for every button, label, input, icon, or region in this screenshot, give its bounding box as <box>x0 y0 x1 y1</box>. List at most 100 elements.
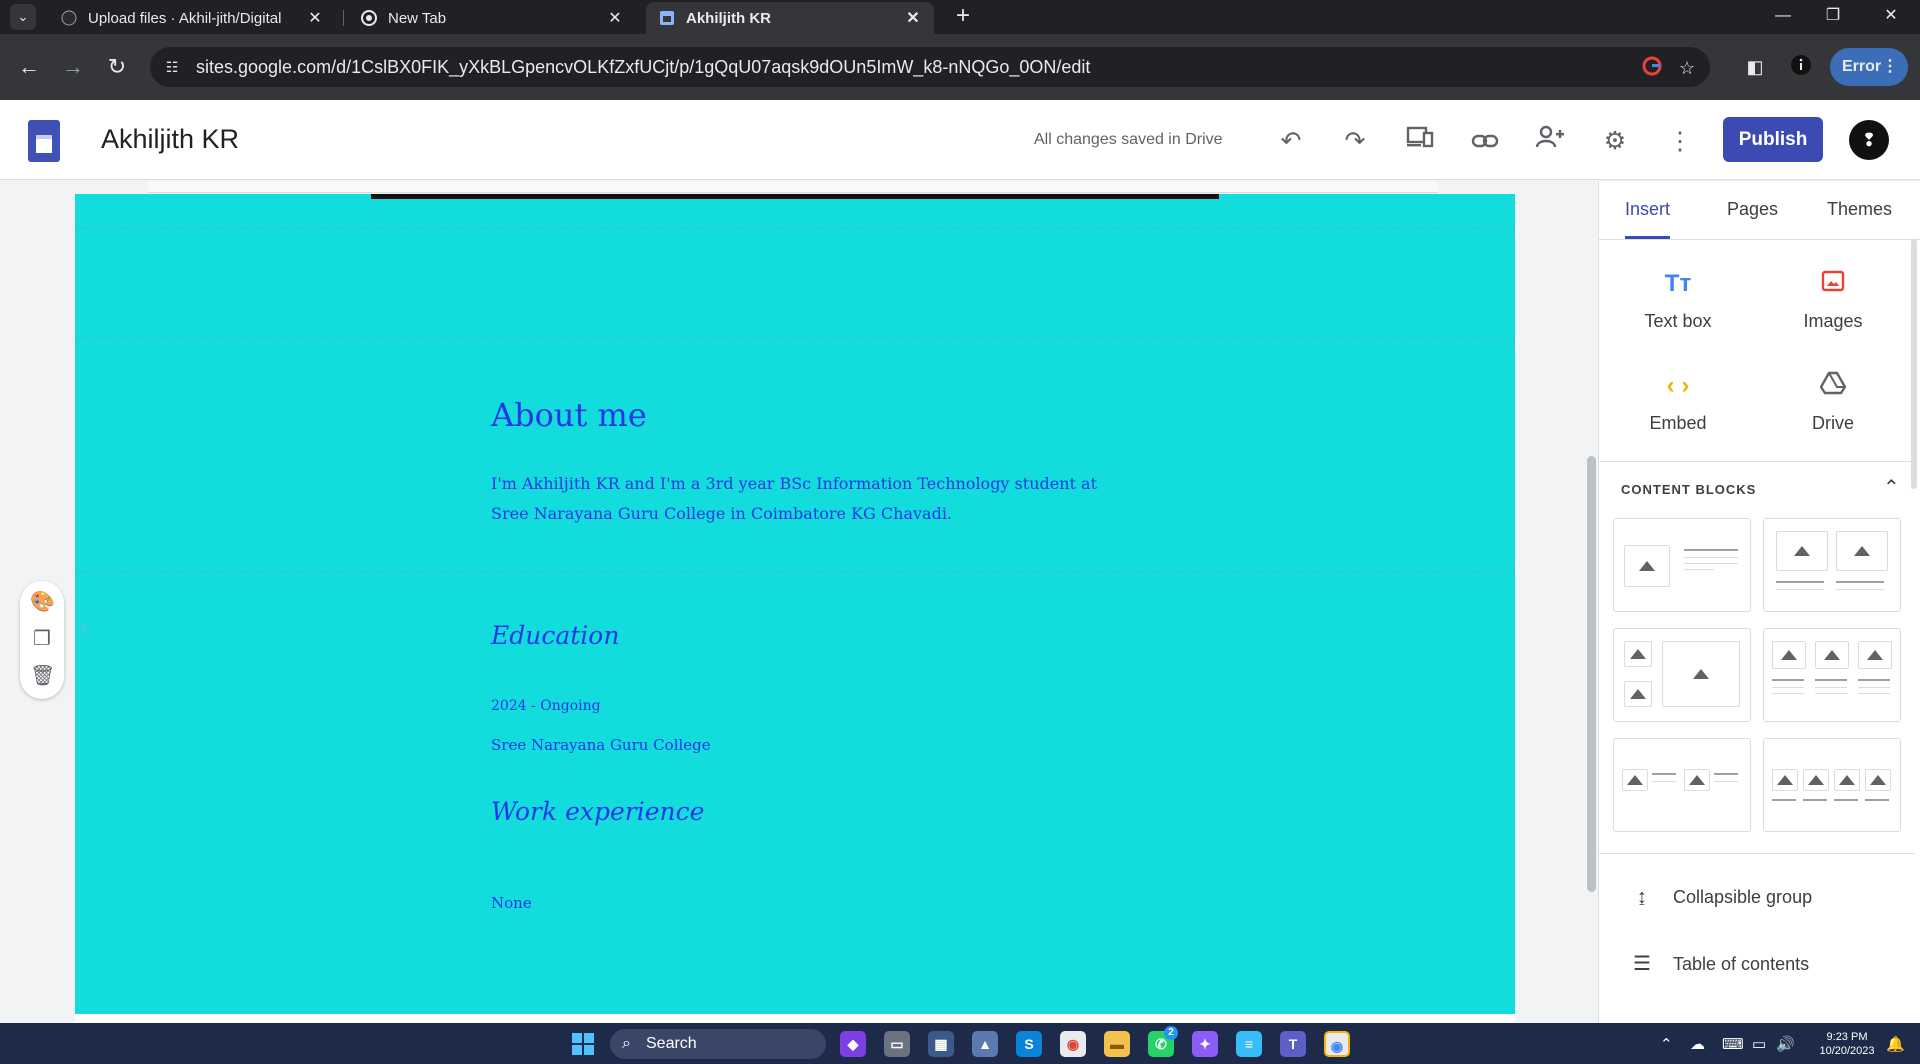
new-tab-button[interactable]: + <box>950 4 976 30</box>
about-heading[interactable]: About me <box>491 396 647 434</box>
minimize-icon[interactable]: — <box>1760 0 1806 34</box>
tab-title: New Tab <box>388 9 447 27</box>
collapsible-icon: ↨ <box>1637 886 1647 908</box>
site-page: About me I'm Akhiljith KR and I'm a 3rd … <box>75 194 1515 1014</box>
tab-akhiljith-kr[interactable]: Akhiljith KR ✕ <box>646 2 934 34</box>
image-icon <box>1773 269 1893 299</box>
redo-icon[interactable]: ↷ <box>1338 124 1372 158</box>
address-bar[interactable]: ☷ sites.google.com/d/1CslBX0FIK_yXkBLGpe… <box>150 47 1710 87</box>
teams-icon[interactable]: T <box>1280 1031 1306 1057</box>
bookmark-star-icon[interactable]: ☆ <box>1675 56 1699 80</box>
publish-button[interactable]: Publish <box>1723 117 1823 162</box>
task-view-icon[interactable]: ▭ <box>884 1031 910 1057</box>
chrome-active-icon[interactable]: ◉ <box>1324 1031 1350 1057</box>
image-placeholder-icon <box>1772 769 1798 791</box>
onedrive-icon[interactable]: ☁ <box>1690 1035 1705 1053</box>
keyboard-icon[interactable]: ⌨ <box>1722 1035 1744 1053</box>
insert-table-of-contents[interactable]: ☰ Table of contents <box>1629 951 1809 976</box>
preview-devices-icon[interactable] <box>1403 124 1437 158</box>
close-tab-icon[interactable]: ✕ <box>904 8 922 28</box>
volume-icon[interactable]: 🔊 <box>1776 1035 1795 1053</box>
side-panel-icon[interactable]: ◧ <box>1742 54 1768 80</box>
content-block-two-image-text[interactable] <box>1613 738 1751 832</box>
copilot-icon[interactable]: ◆ <box>840 1031 866 1057</box>
windows-start-icon[interactable] <box>572 1033 594 1055</box>
notification-bell-icon[interactable]: 🔔 <box>1886 1035 1905 1053</box>
undo-icon[interactable]: ↶ <box>1274 124 1308 158</box>
insert-embed[interactable]: ‹ › Embed <box>1618 371 1738 434</box>
account-avatar[interactable]: ❢ <box>1849 120 1889 160</box>
tab-search-button[interactable]: ⌄ <box>10 4 36 30</box>
content-block-image-grid[interactable] <box>1613 628 1751 722</box>
notepad-icon[interactable]: ≡ <box>1236 1031 1262 1057</box>
text-line <box>1652 773 1676 775</box>
close-tab-icon[interactable]: ✕ <box>606 8 624 28</box>
education-years[interactable]: 2024 - Ongoing <box>491 698 601 714</box>
system-clock[interactable]: 9:23 PM 10/20/2023 <box>1812 1030 1882 1058</box>
content-block-three-columns[interactable] <box>1763 628 1901 722</box>
insert-images[interactable]: Images <box>1773 269 1893 332</box>
drag-handle-icon[interactable]: ⁞⁞ ⁞⁞ <box>82 623 90 649</box>
content-block-four-columns[interactable] <box>1763 738 1901 832</box>
section-divider <box>75 227 1515 228</box>
tab-upload-files[interactable]: Upload files · Akhil-jith/Digital ✕ <box>48 2 336 34</box>
file-explorer-icon[interactable]: ▬ <box>1104 1031 1130 1057</box>
work-heading[interactable]: Work experience <box>491 797 704 826</box>
image-placeholder-icon <box>1624 545 1670 587</box>
profile-error-button[interactable]: Error ⋮ <box>1830 48 1908 86</box>
insert-text-box[interactable]: Tт Text box <box>1618 269 1738 332</box>
site-name-field[interactable]: Akhiljith KR <box>101 124 239 155</box>
more-options-icon[interactable]: ⋮ <box>1663 124 1697 158</box>
close-window-icon[interactable]: ✕ <box>1868 0 1914 34</box>
insert-collapsible-group[interactable]: ↨ Collapsible group <box>1629 886 1812 909</box>
tab-pages[interactable]: Pages <box>1727 199 1778 220</box>
chrome-taskbar-icon[interactable]: ◉ <box>1060 1031 1086 1057</box>
delete-section-icon[interactable]: 🗑 <box>30 663 55 689</box>
duplicate-section-icon[interactable]: ❐ <box>30 626 54 652</box>
site-info-icon[interactable]: ☷ <box>162 57 182 77</box>
save-status: All changes saved in Drive <box>1034 131 1223 148</box>
google-lens-icon[interactable] <box>1640 56 1664 80</box>
photos-icon[interactable]: ▲ <box>972 1031 998 1057</box>
forward-icon[interactable]: → <box>58 52 88 82</box>
section-color-palette-icon[interactable]: 🎨 <box>30 589 55 615</box>
taskbar-search[interactable]: ⌕ Search <box>610 1029 826 1059</box>
content-block-image-text[interactable] <box>1613 518 1751 612</box>
extension-icon[interactable] <box>1788 54 1814 80</box>
messenger-icon[interactable]: ✦ <box>1192 1031 1218 1057</box>
share-add-person-icon[interactable] <box>1533 124 1567 158</box>
url-text[interactable]: sites.google.com/d/1CslBX0FIK_yXkBLGpenc… <box>196 57 1090 78</box>
insert-drive[interactable]: Drive <box>1773 371 1893 434</box>
tray-overflow-icon[interactable]: ⌃ <box>1660 1035 1673 1053</box>
collapsible-group-label: Collapsible group <box>1673 887 1813 907</box>
back-icon[interactable]: ← <box>14 52 44 82</box>
content-block-two-images[interactable] <box>1763 518 1901 612</box>
canvas-scrollbar[interactable] <box>1587 456 1596 892</box>
skype-icon[interactable]: S <box>1016 1031 1042 1057</box>
image-placeholder-icon <box>1624 681 1652 707</box>
whatsapp-badge: 2 <box>1164 1026 1178 1040</box>
panel-scrollbar[interactable] <box>1911 239 1917 489</box>
text-line <box>1865 799 1889 801</box>
google-sites-logo-icon[interactable] <box>28 120 60 162</box>
reload-icon[interactable]: ↻ <box>102 52 132 82</box>
network-icon[interactable]: ▭ <box>1752 1035 1766 1053</box>
image-placeholder-icon <box>1834 769 1860 791</box>
content-blocks-label: CONTENT BLOCKS <box>1621 482 1757 497</box>
image-placeholder-icon <box>1662 641 1740 707</box>
maximize-icon[interactable]: ❐ <box>1810 0 1856 34</box>
calculator-icon[interactable]: ▦ <box>928 1031 954 1057</box>
settings-gear-icon[interactable]: ⚙ <box>1598 124 1632 158</box>
insert-panel: Insert Pages Themes Tт Text box Images ‹… <box>1598 181 1920 1023</box>
close-tab-icon[interactable]: ✕ <box>306 8 324 28</box>
tab-themes[interactable]: Themes <box>1827 199 1892 220</box>
work-paragraph[interactable]: None <box>491 894 532 912</box>
tab-new-tab[interactable]: New Tab ✕ <box>348 2 636 34</box>
tab-insert[interactable]: Insert <box>1625 199 1670 220</box>
collapse-chevron-icon[interactable]: ⌃ <box>1883 475 1900 500</box>
education-heading[interactable]: Education <box>491 621 619 650</box>
insert-link-icon[interactable] <box>1468 124 1502 158</box>
embed-icon: ‹ › <box>1666 372 1690 399</box>
about-paragraph[interactable]: I'm Akhiljith KR and I'm a 3rd year BSc … <box>491 469 1111 529</box>
education-college[interactable]: Sree Narayana Guru College <box>491 736 711 754</box>
